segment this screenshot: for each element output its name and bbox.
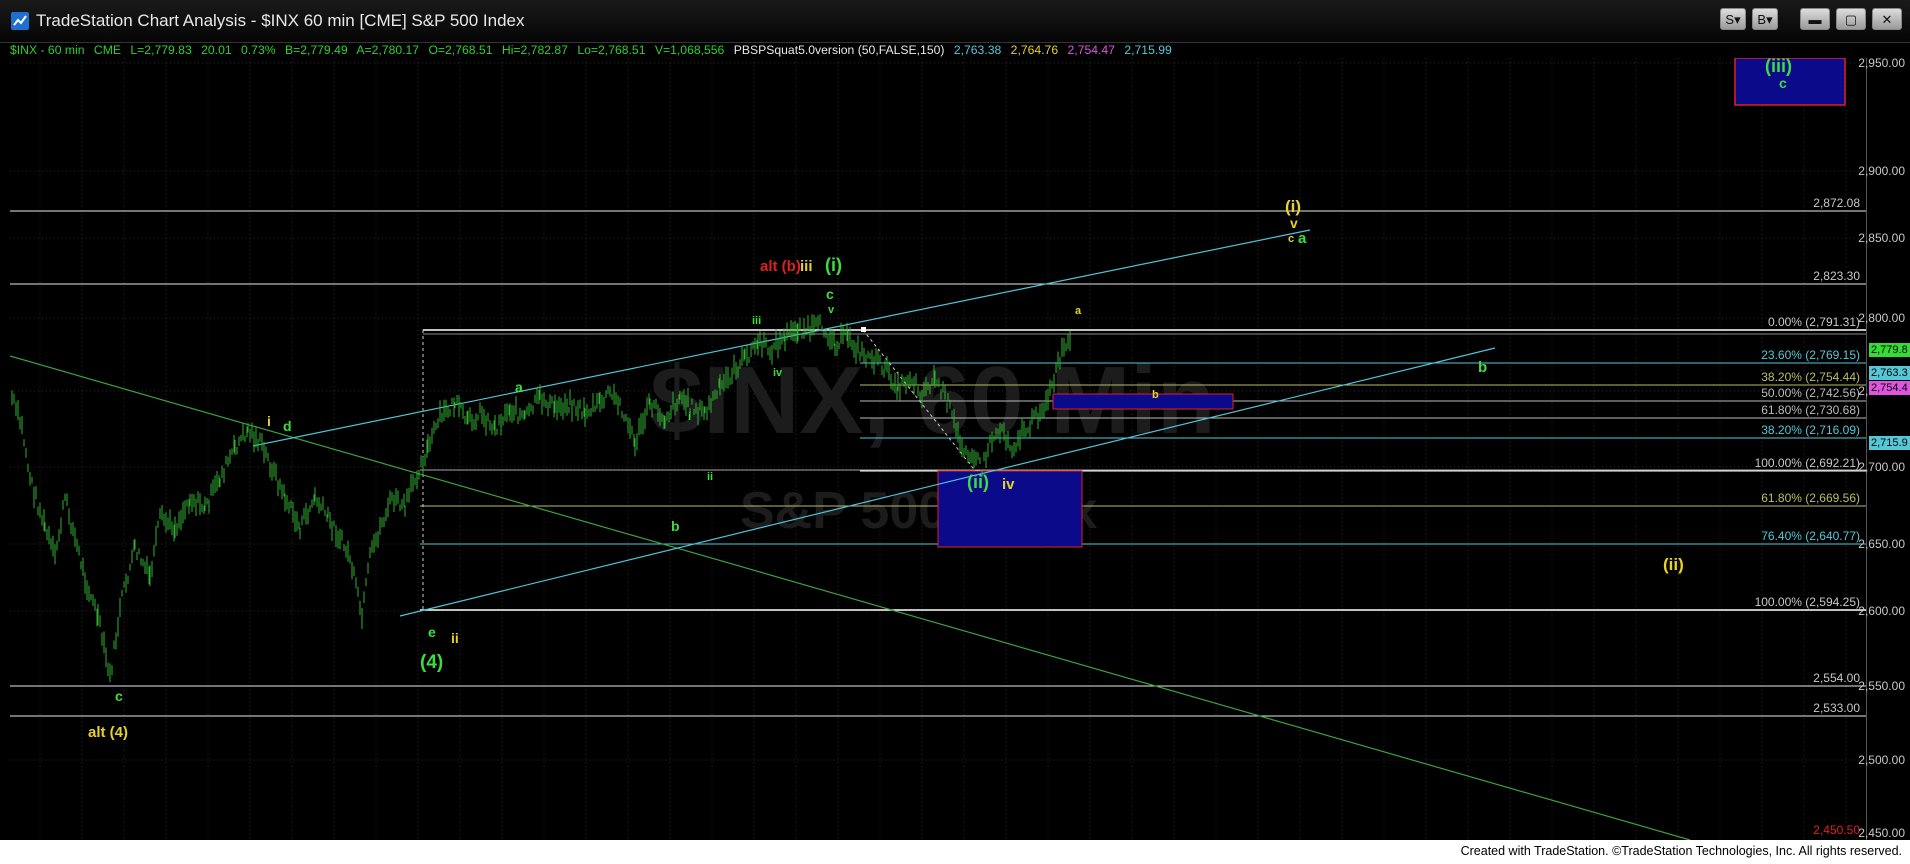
axis-label: 2,550.00 <box>1858 679 1905 693</box>
bid-price: B=2,779.49 <box>284 43 348 57</box>
wave-label-a-yellow: a <box>1075 305 1082 317</box>
wave-label-alt-4: alt (4) <box>88 724 128 741</box>
wave-label-4: (4) <box>420 652 443 673</box>
wave-label-iii: iii <box>800 258 813 275</box>
window-title-bar: TradeStation Chart Analysis - $INX 60 mi… <box>0 0 1910 43</box>
wave-label-i: i <box>267 413 271 429</box>
fib-50: 50.00% (2,742.56) <box>1761 386 1860 400</box>
wave-label-i-paren: (i) <box>825 255 842 275</box>
fib-38: 38.20% (2,754.44) <box>1761 370 1860 384</box>
wave-label-ii-yellow: (ii) <box>1663 555 1684 574</box>
level-labels: 2,872.08 2,823.30 2,554.00 2,533.00 2,45… <box>1755 196 1861 837</box>
fib-0: 0.00% (2,791.31) <box>1768 315 1860 329</box>
wave-label-a: a <box>515 379 523 395</box>
wave-label-b: b <box>671 518 680 534</box>
wave-label-i-yellow: (i) <box>1285 197 1301 216</box>
wave-label-c-iii: c <box>1779 75 1787 91</box>
study-value-1: 2,763.38 <box>953 43 1002 57</box>
s-menu-button[interactable]: S▾ <box>1720 8 1746 30</box>
study-tag-1: 2,763.3 <box>1869 366 1910 380</box>
level-2872: 2,872.08 <box>1813 196 1860 210</box>
wave-label-i-small: i <box>688 411 691 423</box>
wave-label-ii-small: ii <box>707 471 713 483</box>
axis-label: 2,650.00 <box>1858 537 1905 551</box>
footer: Created with TradeStation. ©TradeStation… <box>0 840 1910 864</box>
axis-label: 2,950.00 <box>1858 56 1905 70</box>
study-value-4: 2,715.99 <box>1124 43 1172 57</box>
maximize-button[interactable]: ▢ <box>1836 8 1866 30</box>
axis-label: 2,800.00 <box>1858 311 1905 325</box>
wave-label-iii-small: iii <box>752 315 761 327</box>
tradestation-app-icon <box>11 12 29 30</box>
window-title: TradeStation Chart Analysis - $INX 60 mi… <box>36 11 525 30</box>
low-price: Lo=2,768.51 <box>577 43 646 57</box>
price-axis[interactable]: 2,950.00 2,900.00 2,850.00 2,800.00 2,75… <box>1858 56 1910 840</box>
wave-label-v-top: v <box>828 304 835 316</box>
wave-label-e: e <box>428 624 436 640</box>
symbol-info-bar: $INX - 60 min CME L=2,779.83 20.01 0.73%… <box>0 42 1910 58</box>
copyright-text: Created with TradeStation. ©TradeStation… <box>1460 844 1902 858</box>
exchange: CME <box>93 43 121 57</box>
axis-label: 2,700.00 <box>1858 460 1905 474</box>
study-tag-3: 2,715.9 <box>1869 436 1910 450</box>
high-price: Hi=2,782.87 <box>501 43 568 57</box>
axis-label: 2,450.00 <box>1858 826 1905 840</box>
ask-price: A=2,780.17 <box>356 43 420 57</box>
net-change: 20.01 <box>201 43 232 57</box>
wave-label-c-top: c <box>826 286 834 302</box>
wave-label-iii-paren: (iii) <box>1765 58 1792 76</box>
study-value-3: 2,754.47 <box>1067 43 1115 57</box>
level-2554: 2,554.00 <box>1813 671 1860 685</box>
study-name: PBSPSquat5.0version (50,FALSE,150) <box>733 43 945 57</box>
fib-61: 61.80% (2,730.68) <box>1761 403 1860 417</box>
last-price: L=2,779.83 <box>130 43 192 57</box>
level-2823: 2,823.30 <box>1813 269 1860 283</box>
fib-100b: 100.00% (2,594.25) <box>1755 595 1860 609</box>
axis-label: 2,900.00 <box>1858 164 1905 178</box>
b-menu-button[interactable]: B▾ <box>1752 8 1778 30</box>
wave-label-alt-b: alt (b) <box>760 258 801 275</box>
wave-label-v-yellow: v <box>1290 215 1298 231</box>
wave-label-b-box: b <box>1152 389 1159 401</box>
wave-label-ii: ii <box>451 630 459 646</box>
volume: V=1,068,556 <box>654 43 725 57</box>
study-tag-2: 2,754.4 <box>1869 381 1910 395</box>
symbol-name: $INX - 60 min <box>10 43 85 57</box>
fib-61b: 61.80% (2,669.56) <box>1761 491 1860 505</box>
wave-label-c-yellow: c <box>1288 233 1294 245</box>
chart-canvas[interactable]: $INX, 60 Min S&P 500 Index alt (4) c i d… <box>9 56 1866 841</box>
fib-38b: 38.20% (2,716.09) <box>1761 423 1860 437</box>
fib-100: 100.00% (2,692.21) <box>1755 456 1860 470</box>
wave-label-c: c <box>115 688 123 704</box>
level-2533: 2,533.00 <box>1813 701 1860 715</box>
wave-label-iv-small: iv <box>773 367 783 379</box>
study-value-2: 2,764.76 <box>1010 43 1059 57</box>
wave-label-ii-paren: (ii) <box>967 472 989 492</box>
wave-label-d: d <box>283 418 292 434</box>
open-price: O=2,768.51 <box>428 43 493 57</box>
level-lines <box>10 210 1866 717</box>
last-price-tag: 2,779.8 <box>1869 343 1910 357</box>
price-chart[interactable]: $INX, 60 Min S&P 500 Index alt (4) c i d… <box>9 56 1866 841</box>
minimize-button[interactable]: ▬ <box>1800 8 1830 30</box>
axis-label: 2,500.00 <box>1858 753 1905 767</box>
target-box-b <box>1052 393 1234 410</box>
close-button[interactable]: ✕ <box>1872 8 1902 30</box>
wave-label-b-green: b <box>1478 359 1487 376</box>
level-2450: 2,450.50 <box>1813 823 1860 837</box>
fib-23: 23.60% (2,769.15) <box>1761 348 1860 362</box>
fib-76: 76.40% (2,640.77) <box>1761 529 1860 543</box>
wave-label-a-green: a <box>1298 230 1307 247</box>
pct-change: 0.73% <box>241 43 276 57</box>
wave-label-iv: iv <box>1002 476 1015 493</box>
axis-label: 2,850.00 <box>1858 231 1905 245</box>
axis-label: 2,600.00 <box>1858 604 1905 618</box>
